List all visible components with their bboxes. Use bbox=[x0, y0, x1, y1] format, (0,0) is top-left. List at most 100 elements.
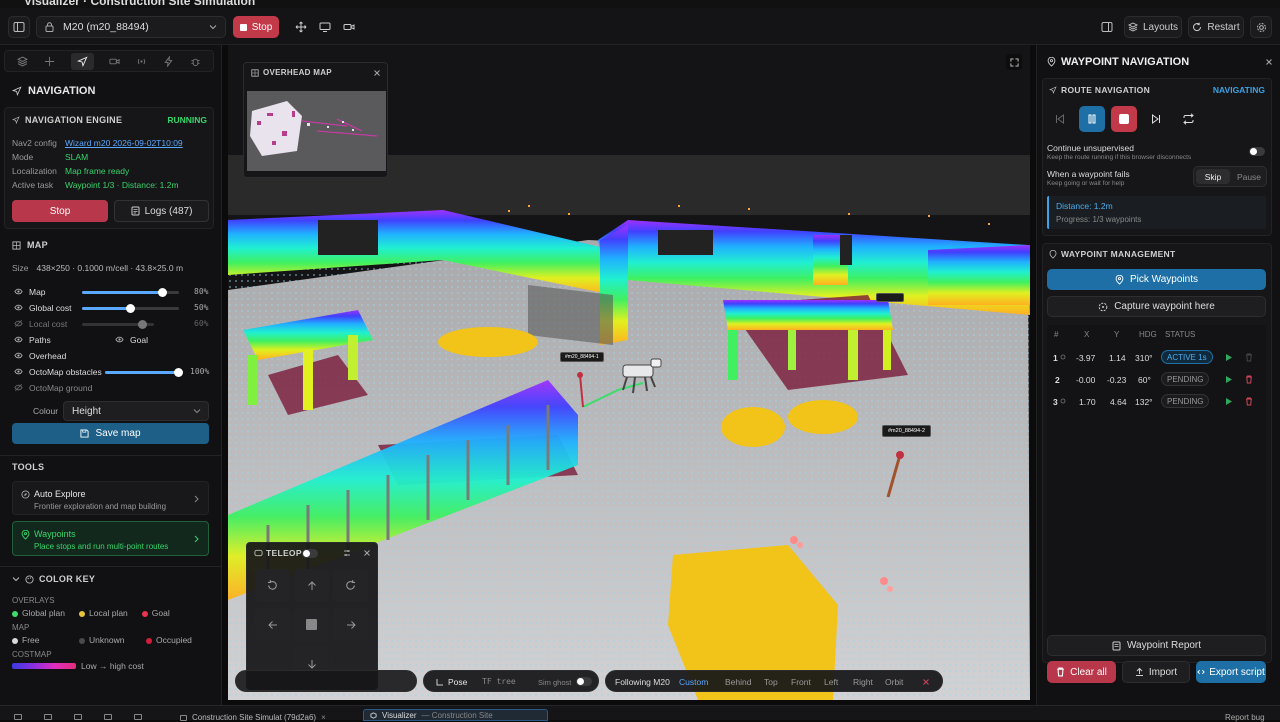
table-row[interactable]: 2 -0.00 -0.23 60° PENDING bbox=[1047, 371, 1266, 389]
left-button[interactable] bbox=[255, 608, 290, 641]
close-icon[interactable] bbox=[363, 549, 371, 557]
settings-gear-icon[interactable] bbox=[1250, 16, 1272, 38]
view-behind[interactable]: Behind bbox=[725, 677, 751, 687]
window-icon[interactable] bbox=[44, 714, 52, 720]
layers-icon[interactable] bbox=[16, 56, 28, 67]
pick-waypoints-button[interactable]: Pick Waypoints bbox=[1047, 269, 1266, 290]
play-icon[interactable] bbox=[1225, 397, 1233, 406]
next-waypoint-button[interactable] bbox=[1143, 106, 1169, 132]
clear-all-button[interactable]: Clear all bbox=[1047, 661, 1116, 683]
report-bug-link[interactable]: Report bug bbox=[1225, 713, 1265, 722]
camera-small-icon bbox=[1060, 354, 1066, 360]
halt-button[interactable] bbox=[294, 608, 329, 641]
save-map-button[interactable]: Save map bbox=[12, 423, 209, 444]
restart-button[interactable]: Restart bbox=[1188, 16, 1244, 38]
settings-gear-icon[interactable] bbox=[134, 714, 142, 720]
radio-icon[interactable] bbox=[136, 56, 147, 67]
layouts-button[interactable]: Layouts bbox=[1124, 16, 1182, 38]
move-icon[interactable] bbox=[291, 16, 311, 38]
sim-ghost-toggle[interactable] bbox=[576, 677, 592, 686]
trash-icon[interactable] bbox=[1245, 397, 1253, 406]
table-row[interactable]: 3 1.70 4.64 132° PENDING bbox=[1047, 393, 1266, 411]
rotate-left-button[interactable] bbox=[255, 569, 290, 602]
view-orbit[interactable]: Orbit bbox=[885, 677, 903, 687]
overhead-minimap[interactable] bbox=[247, 91, 386, 171]
move-icon[interactable] bbox=[44, 56, 55, 67]
sidebar-toggle-icon[interactable] bbox=[8, 16, 30, 38]
export-script-button[interactable]: Export script bbox=[1196, 661, 1266, 683]
eye-off-icon[interactable] bbox=[14, 383, 23, 392]
right-button[interactable] bbox=[333, 608, 368, 641]
colour-select[interactable]: Height bbox=[63, 401, 209, 421]
close-icon[interactable] bbox=[922, 678, 930, 686]
robot-select[interactable]: M20 (m20_88494) bbox=[36, 16, 226, 38]
window-icon[interactable] bbox=[14, 714, 22, 720]
rotate-right-button[interactable] bbox=[333, 569, 368, 602]
taskbar-tab-simulation[interactable]: Construction Site Simulat (79d2a6) × bbox=[180, 713, 326, 722]
previous-waypoint-button[interactable] bbox=[1047, 106, 1073, 132]
logs-button[interactable]: Logs (487) bbox=[114, 200, 209, 222]
viewport-input-pill[interactable] bbox=[235, 670, 417, 692]
waypoint-marker-3[interactable] bbox=[876, 293, 904, 302]
auto-explore-tool[interactable]: Auto Explore Frontier exploration and ma… bbox=[12, 481, 209, 515]
view-custom[interactable]: Custom bbox=[679, 677, 708, 687]
sliders-icon[interactable] bbox=[343, 549, 351, 557]
taskbar-tab-visualizer[interactable]: Visualizer — Construction Site bbox=[363, 709, 548, 721]
trash-icon[interactable] bbox=[1245, 375, 1253, 384]
fail-mode-segmented: Skip Pause bbox=[1193, 166, 1267, 187]
eye-icon[interactable] bbox=[14, 303, 23, 312]
bolt-icon[interactable] bbox=[163, 55, 174, 67]
eye-icon[interactable] bbox=[14, 367, 23, 376]
panel-toggle-icon[interactable] bbox=[1096, 16, 1118, 38]
eye-icon[interactable] bbox=[14, 287, 23, 296]
3d-viewport[interactable]: #m20_88494-1 #m20_88494-2 OVERHEAD MAP T… bbox=[228, 45, 1030, 700]
forward-button[interactable] bbox=[294, 569, 329, 602]
nav-stop-button[interactable]: Stop bbox=[12, 200, 108, 222]
trash-icon[interactable] bbox=[1245, 353, 1253, 362]
eye-icon[interactable] bbox=[14, 335, 23, 344]
table-row[interactable]: 1 -3.97 1.14 310° ACTIVE 1s bbox=[1047, 349, 1266, 367]
view-left[interactable]: Left bbox=[824, 677, 838, 687]
eye-icon[interactable] bbox=[14, 351, 23, 360]
camera-icon[interactable] bbox=[339, 16, 359, 38]
capture-waypoint-button[interactable]: Capture waypoint here bbox=[1047, 296, 1266, 317]
waypoint-marker-1[interactable]: #m20_88494-1 bbox=[560, 352, 604, 362]
close-icon[interactable] bbox=[1265, 58, 1273, 66]
nav2-config-link[interactable]: Wizard m20 2026-09-02T10:09 bbox=[65, 138, 183, 152]
tab-navigation[interactable] bbox=[70, 52, 94, 70]
view-front[interactable]: Front bbox=[791, 677, 811, 687]
pause-option[interactable]: Pause bbox=[1232, 169, 1266, 184]
skip-option[interactable]: Skip bbox=[1196, 169, 1230, 184]
pause-route-button[interactable] bbox=[1079, 106, 1105, 132]
layouts-label: Layouts bbox=[1142, 21, 1179, 33]
import-button[interactable]: Import bbox=[1122, 661, 1190, 683]
play-icon[interactable] bbox=[1225, 353, 1233, 362]
local-cost-slider[interactable] bbox=[82, 320, 154, 329]
view-top[interactable]: Top bbox=[764, 677, 778, 687]
global-cost-slider[interactable] bbox=[82, 304, 179, 313]
teleop-toggle[interactable] bbox=[302, 549, 318, 558]
eye-off-icon[interactable] bbox=[14, 319, 23, 328]
waypoints-tool[interactable]: Waypoints Place stops and run multi-poin… bbox=[12, 521, 209, 556]
pose-toggle[interactable]: Pose bbox=[448, 677, 467, 687]
map-opacity-slider[interactable] bbox=[82, 288, 179, 297]
stop-button[interactable]: Stop bbox=[233, 16, 279, 38]
waypoint-report-button[interactable]: Waypoint Report bbox=[1047, 635, 1266, 656]
octomap-slider[interactable] bbox=[105, 368, 183, 377]
window-icon[interactable] bbox=[74, 714, 82, 720]
eye-icon[interactable] bbox=[115, 335, 124, 344]
stop-route-button[interactable] bbox=[1111, 106, 1137, 132]
continue-unsupervised-toggle[interactable] bbox=[1249, 147, 1265, 156]
tf-tree-toggle[interactable]: TF tree bbox=[482, 677, 516, 686]
window-icon[interactable] bbox=[104, 714, 112, 720]
camera-icon[interactable] bbox=[109, 56, 120, 67]
loop-route-button[interactable] bbox=[1175, 106, 1201, 132]
expand-icon[interactable] bbox=[1006, 54, 1022, 70]
close-icon[interactable] bbox=[373, 69, 381, 77]
color-key-header[interactable]: COLOR KEY bbox=[12, 574, 95, 584]
play-icon[interactable] bbox=[1225, 375, 1233, 384]
waypoint-marker-2[interactable]: #m20_88494-2 bbox=[882, 425, 932, 437]
view-right[interactable]: Right bbox=[853, 677, 873, 687]
bug-icon[interactable] bbox=[190, 56, 201, 67]
monitor-icon[interactable] bbox=[315, 16, 335, 38]
